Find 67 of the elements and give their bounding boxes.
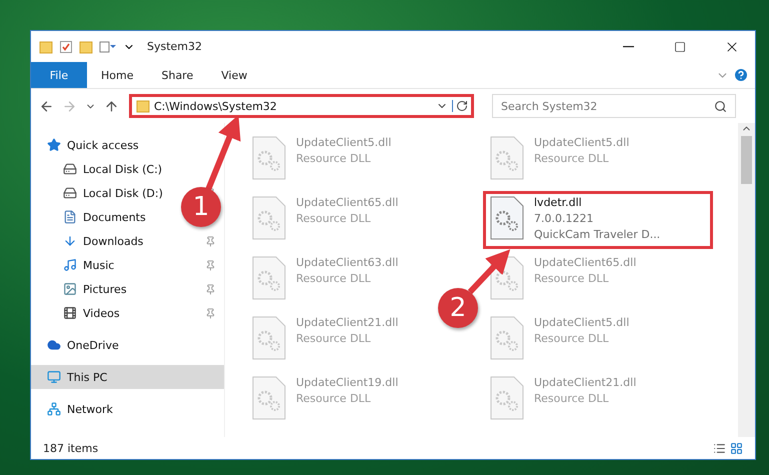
sidebar-item[interactable]: Documents (63, 210, 146, 224)
film-icon (63, 306, 77, 320)
scroll-thumb[interactable] (741, 136, 752, 184)
gear-file-icon (490, 376, 524, 420)
drive-icon (63, 162, 77, 176)
gear-file-icon (252, 256, 286, 300)
sidebar-item[interactable]: Quick access (47, 138, 139, 152)
folder-icon (39, 40, 53, 54)
sidebar-item[interactable]: Pictures (63, 282, 127, 296)
cloud-icon (47, 338, 61, 352)
refresh-icon[interactable] (452, 100, 468, 112)
gear-file-icon (490, 316, 524, 360)
selected-file-frame[interactable]: lvdetr.dll 7.0.0.1221 QuickCam Traveler D... (483, 191, 713, 249)
file-name[interactable]: lvdetr.dll (534, 196, 660, 209)
pointer-arrow (468, 249, 510, 294)
window-title: System32 (147, 40, 204, 53)
tiles-view-icon[interactable] (730, 442, 743, 454)
gear-file-icon (252, 196, 286, 240)
document-icon (63, 210, 77, 224)
scrollbar[interactable] (738, 123, 755, 437)
download-icon (63, 234, 77, 248)
properties-icon[interactable] (99, 40, 117, 54)
search-icon (714, 100, 727, 112)
network-icon (47, 402, 61, 416)
ribbon-tab[interactable]: View (207, 62, 262, 88)
gear-file-icon (252, 136, 286, 180)
help-icon (733, 67, 749, 83)
file-detail: Resource DLL (296, 332, 372, 345)
file-detail: Resource DLL (534, 152, 610, 165)
maximize-icon (674, 40, 686, 52)
monitor-icon (47, 370, 61, 384)
gear-file-icon (252, 376, 286, 420)
file-detail: Resource DLL (534, 272, 610, 285)
file-detail: 7.0.0.1221 (534, 212, 594, 225)
gear-file-icon (490, 196, 524, 240)
music-icon (63, 258, 77, 272)
sidebar-item[interactable]: Music (63, 258, 114, 272)
sidebar-item[interactable]: Local Disk (C:) (63, 162, 162, 176)
sidebar-item[interactable]: Videos (63, 306, 120, 320)
checklist-icon[interactable] (59, 40, 73, 54)
sidebar-item[interactable]: Local Disk (D:) (63, 186, 163, 200)
sidebar-item[interactable]: This PC (47, 370, 108, 384)
address-field[interactable]: C:\Windows\System32 (129, 94, 474, 118)
ribbon-tab[interactable]: File (31, 62, 87, 88)
gear-file-icon (252, 316, 286, 360)
file-detail: Resource DLL (296, 212, 372, 225)
details-view-icon[interactable] (713, 442, 726, 454)
folder-icon (136, 100, 150, 112)
sidebar-item[interactable]: Downloads (63, 234, 144, 248)
file-detail: Resource DLL (296, 152, 372, 165)
ribbon-tab[interactable]: Home (87, 62, 148, 88)
file-detail: QuickCam Traveler D... (534, 228, 660, 241)
file-detail: Resource DLL (534, 392, 610, 405)
star-icon (47, 138, 61, 152)
search-field[interactable]: Search System32 (492, 94, 736, 118)
gear-file-icon (490, 136, 524, 180)
picture-icon (63, 282, 77, 296)
item-count: 187 items (43, 442, 98, 454)
sidebar-item[interactable]: Network (47, 402, 113, 416)
forward-arrow-icon (62, 98, 77, 114)
drive-icon (63, 186, 77, 200)
file-detail: Resource DLL (296, 272, 372, 285)
ribbon-tab[interactable]: Share (147, 62, 208, 88)
file-detail: Resource DLL (534, 332, 610, 345)
file-detail: Resource DLL (296, 392, 372, 405)
sidebar-item[interactable]: OneDrive (47, 338, 119, 352)
minimize-icon (622, 46, 634, 48)
